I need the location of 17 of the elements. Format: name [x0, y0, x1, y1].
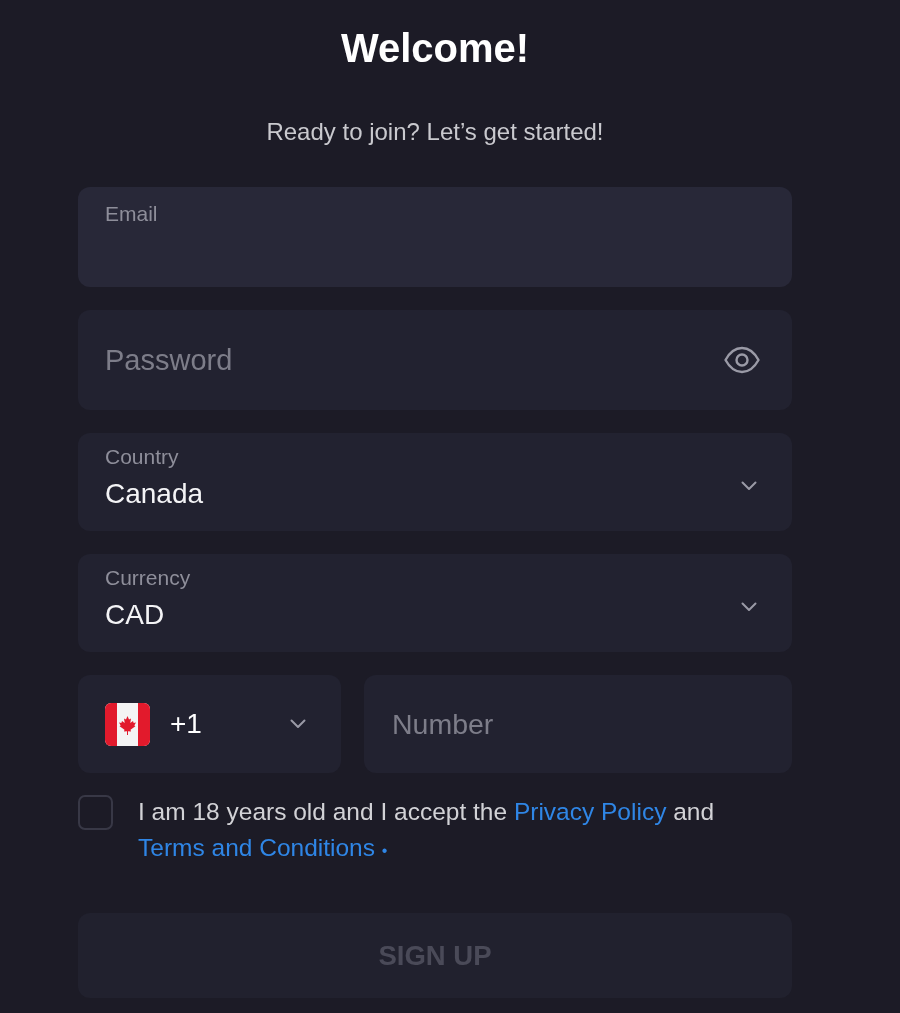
- chevron-down-icon: [741, 602, 757, 612]
- eye-icon[interactable]: [724, 346, 760, 374]
- flag-icon: [105, 702, 150, 746]
- chevron-down-icon: [741, 481, 757, 491]
- consent-text: I am 18 years old and I accept the Privacy Policy and Terms and Conditions •: [138, 797, 716, 863]
- dropdown-field[interactable]: Currency CAD: [78, 554, 792, 652]
- field-label: Email: [105, 202, 158, 226]
- phone-number-field[interactable]: Number: [364, 675, 792, 773]
- country-code-dropdown[interactable]: +1: [78, 675, 341, 773]
- chevron-down-icon: [290, 719, 306, 729]
- consent-link[interactable]: Privacy Policy: [513, 798, 667, 825]
- welcome-title: Welcome!: [340, 25, 530, 72]
- dropdown-field[interactable]: Country Canada: [78, 433, 792, 531]
- password-field[interactable]: Password: [78, 310, 792, 410]
- welcome-subtitle: Ready to join? Let’s get started!: [266, 118, 604, 146]
- consent-link[interactable]: Terms and Conditions: [138, 834, 375, 861]
- checkbox[interactable]: [78, 795, 113, 830]
